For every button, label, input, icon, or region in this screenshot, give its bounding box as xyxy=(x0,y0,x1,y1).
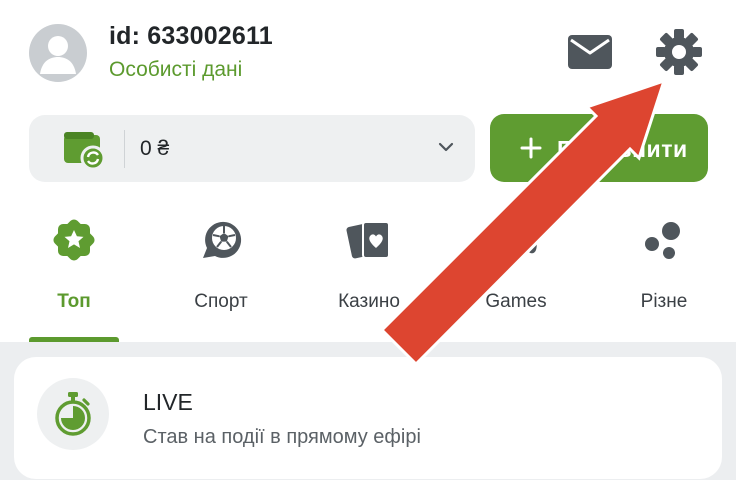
tab-sport[interactable]: Спорт xyxy=(156,210,286,340)
live-title: LIVE xyxy=(143,389,193,415)
soccer-ball-icon xyxy=(203,221,242,258)
star-badge-icon xyxy=(53,219,95,261)
bubbles-icon xyxy=(645,222,680,259)
plus-icon xyxy=(520,137,542,159)
tab-label: Спорт xyxy=(194,291,248,312)
user-id: id: 633002611 xyxy=(109,22,273,50)
avatar[interactable] xyxy=(29,24,87,82)
mail-icon[interactable] xyxy=(567,34,613,70)
playing-cards-icon xyxy=(346,221,390,259)
gear-icon[interactable] xyxy=(655,28,703,76)
balance-value: 0 ₴ xyxy=(140,137,170,160)
stopwatch-icon xyxy=(55,392,91,436)
personal-data-link[interactable]: Особисті дані xyxy=(109,58,242,82)
tab-casino[interactable]: Казино xyxy=(304,210,434,340)
tab-label: Топ xyxy=(57,291,91,312)
tab-games[interactable]: Games xyxy=(451,210,581,340)
live-card[interactable] xyxy=(14,357,722,479)
tab-label: Різне xyxy=(640,291,688,312)
tab-label: Казино xyxy=(338,291,400,312)
avatar-icon xyxy=(40,36,76,74)
tab-top[interactable]: Топ xyxy=(9,210,139,340)
tab-label: Games xyxy=(485,291,547,312)
wallet-icon xyxy=(64,132,106,171)
live-subtitle: Став на події в прямому ефірі xyxy=(143,426,421,448)
balance-divider xyxy=(124,130,125,168)
gamepad-icon xyxy=(495,232,537,254)
chevron-down-icon[interactable] xyxy=(437,138,455,156)
tab-misc[interactable]: Різне xyxy=(599,210,729,340)
deposit-label: Поповнити xyxy=(557,136,688,162)
